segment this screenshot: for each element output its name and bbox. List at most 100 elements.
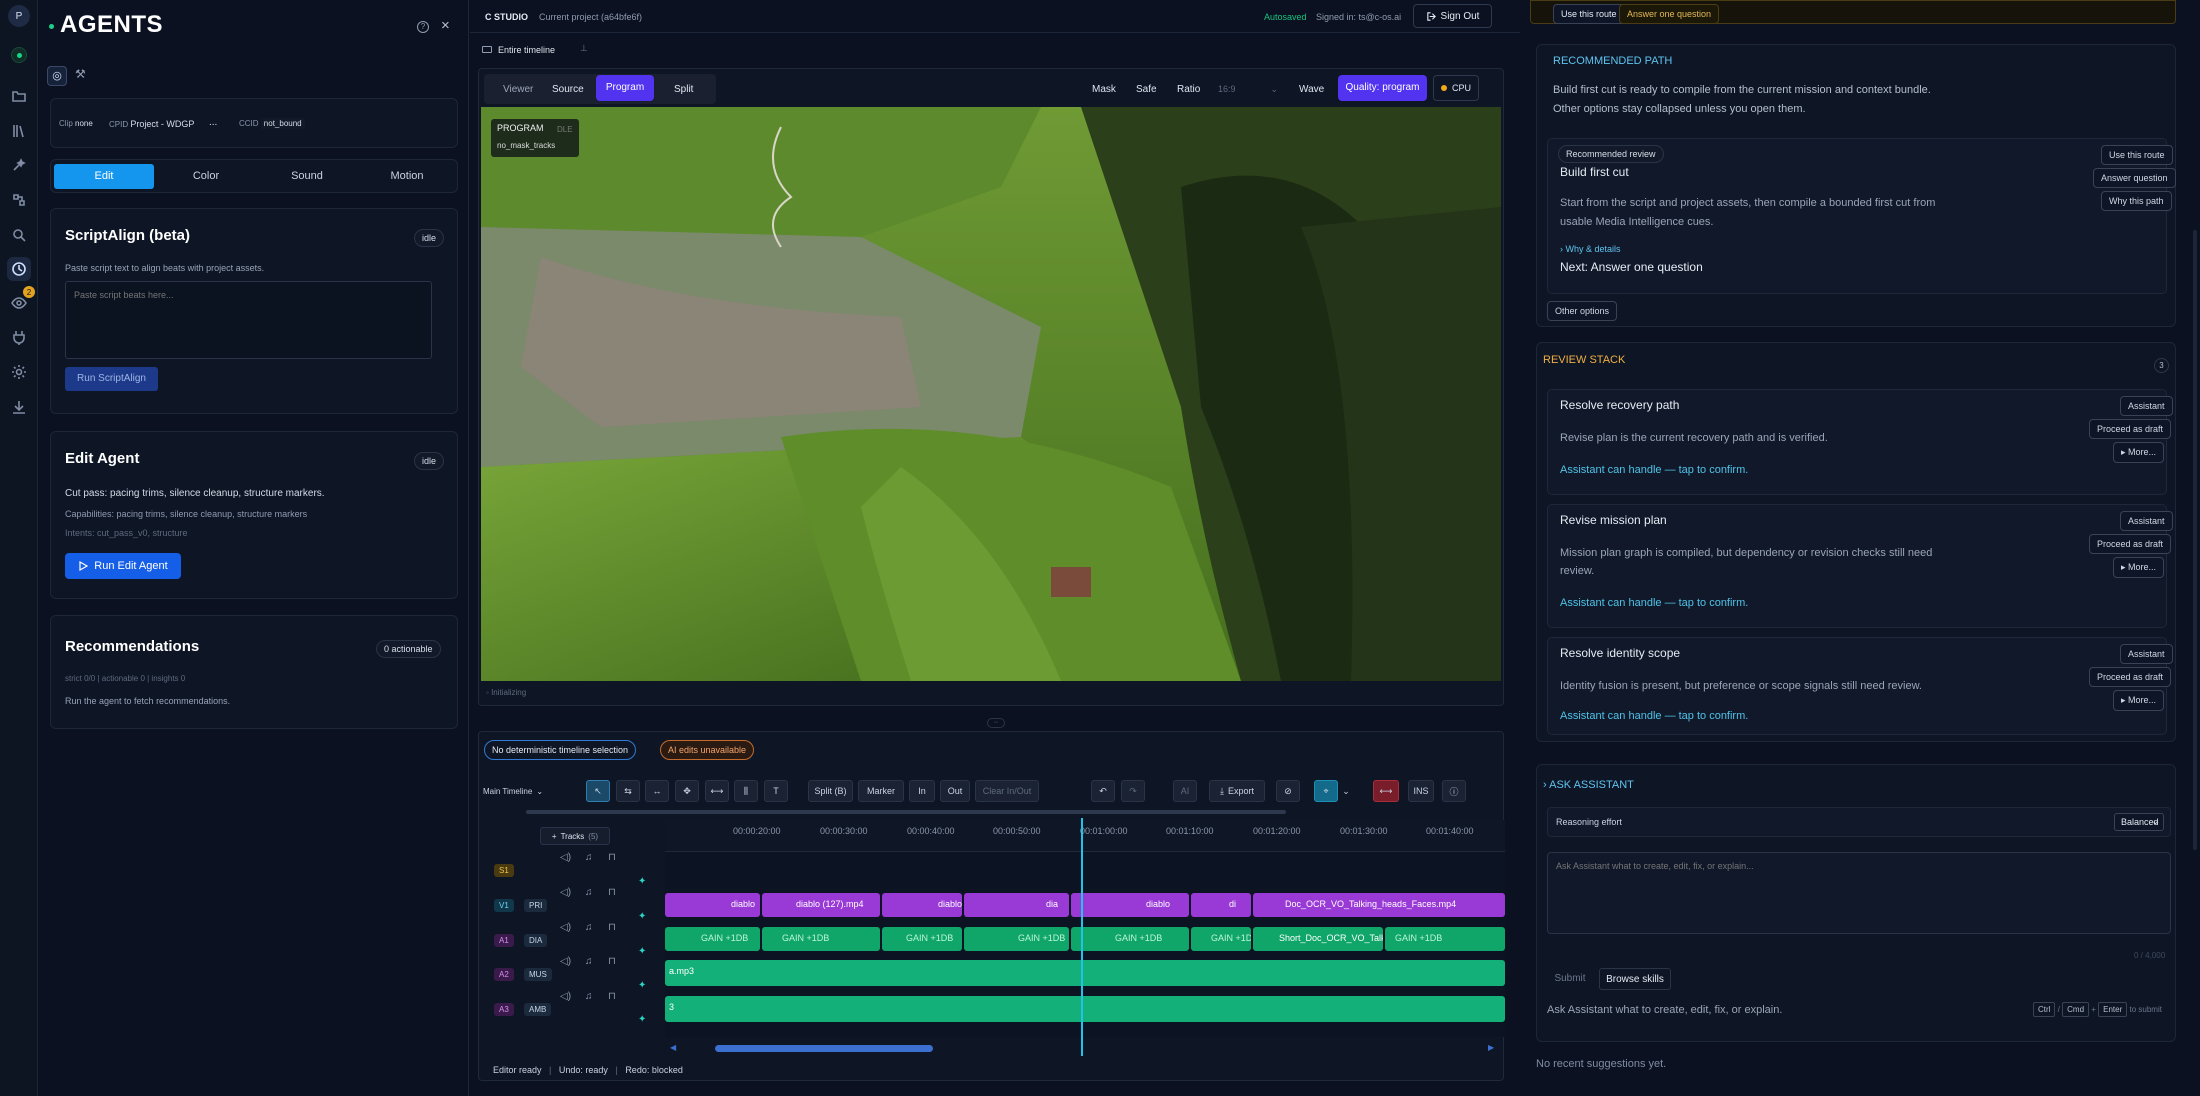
lock-icon[interactable]: ⊓ [608,991,616,1002]
tab-edit[interactable]: Edit [54,164,154,189]
a2-clip[interactable]: a.mp3 [665,960,1505,986]
scroll-left-icon[interactable]: ◀ [670,1043,676,1052]
ripple-tool-icon[interactable]: ⇆ [616,780,640,802]
tab-source[interactable]: Source [552,84,584,95]
assistant-tag-button[interactable]: Assistant [2120,396,2173,416]
timeline-info-icon[interactable]: ⓘ [1442,780,1466,802]
snap-options-chevron-icon[interactable]: ⌄ [1338,780,1354,802]
lock-icon[interactable]: ⊓ [608,956,616,967]
music-icon[interactable]: ♫ [585,852,593,863]
a1-clip[interactable]: Short_Doc_OCR_VO_Talking_... [1253,927,1383,951]
v1-clip[interactable]: Doc_OCR_VO_Talking_heads_Faces.mp4 [1253,893,1505,917]
slip-tool-icon[interactable]: ↔ [645,780,669,802]
review-item-handle[interactable]: Assistant can handle — tap to confirm. [1560,710,1748,722]
info-icon[interactable]: ? [417,21,429,33]
export-button[interactable]: ⤓ Export [1209,780,1265,802]
a1-clip[interactable]: GAIN +1DB [762,927,880,951]
proceed-as-draft-button[interactable]: Proceed as draft [2089,534,2172,554]
sign-out-button[interactable]: Sign Out [1413,4,1492,28]
mask-toggle[interactable]: Mask [1092,84,1116,95]
tab-split[interactable]: Split [674,84,693,95]
lock-icon[interactable]: ⊓ [608,922,616,933]
library-icon[interactable] [7,119,31,143]
more-button[interactable]: ▸ More... [2113,442,2165,463]
proceed-as-draft-button[interactable]: Proceed as draft [2089,419,2172,439]
time-ruler[interactable] [665,820,1505,852]
toolbar-scrollbar[interactable] [526,810,1286,814]
tab-sound[interactable]: Sound [257,164,357,189]
a1-clip[interactable]: GAIN +1DB [1385,927,1505,951]
lock-icon[interactable]: ⊓ [608,887,616,898]
in-button[interactable]: In [909,780,935,802]
stretch-tool-icon[interactable]: ⟷ [705,780,729,802]
track-a1-label[interactable]: A1 [494,934,514,947]
answer-question-button[interactable]: Answer question [2093,168,2176,188]
volume-icon[interactable]: ◁) [560,852,571,863]
volume-icon[interactable]: ◁) [560,956,571,967]
snap-icon[interactable]: ⌖ [1314,780,1338,802]
script-input[interactable] [65,281,432,359]
a1-clip[interactable]: GAIN +1DB [1191,927,1251,951]
ai-sparkle-icon[interactable]: ✦ [638,911,646,922]
v1-clip[interactable]: diablo (127).mp4 [762,893,880,917]
more-button[interactable]: ▸ More... [2113,557,2165,578]
pin-icon[interactable]: ⊥ [580,43,588,54]
assistant-prompt-input[interactable] [1547,852,2171,934]
out-button[interactable]: Out [940,780,970,802]
tab-program[interactable]: Program [596,75,654,101]
text-tool-icon[interactable]: T [764,780,788,802]
timeline-select[interactable]: Main Timeline ⌄ [478,780,548,802]
run-scriptalign-button[interactable]: Run ScriptAlign [65,367,158,391]
safe-toggle[interactable]: Safe [1136,84,1157,95]
track-v1-label[interactable]: V1 [494,899,514,912]
undo-icon[interactable]: ↶ [1091,780,1115,802]
ai-sparkle-icon[interactable]: ✦ [638,946,646,957]
tracks-button[interactable]: + Tracks (5) [540,827,610,845]
avatar[interactable]: P [8,5,30,27]
marker-button[interactable]: Marker [858,780,904,802]
volume-icon[interactable]: ◁) [560,887,571,898]
run-edit-agent-button[interactable]: Run Edit Agent [65,553,181,579]
ratio-toggle[interactable]: Ratio [1177,84,1200,95]
browse-skills-button[interactable]: Browse skills [1599,968,1671,990]
split-button[interactable]: Split (B) [808,780,853,802]
timeline-scrollbar[interactable] [715,1045,933,1052]
folder-icon[interactable] [7,84,31,108]
scroll-right-icon[interactable]: ▶ [1488,1043,1494,1052]
redo-icon[interactable]: ↷ [1121,780,1145,802]
close-icon[interactable]: × [441,17,450,34]
hide-icon[interactable]: ⊘ [1276,780,1300,802]
agents-mode-icon[interactable]: ◎ [47,66,67,86]
playhead[interactable] [1081,818,1083,1056]
proceed-as-draft-button[interactable]: Proceed as draft [2089,667,2172,687]
a1-clip[interactable]: GAIN +1DB [882,927,962,951]
ask-assistant-heading[interactable]: › ASK ASSISTANT [1543,779,1634,791]
gear-icon[interactable] [7,360,31,384]
link-toggle-icon[interactable]: ⟷ [1373,780,1399,802]
submit-button[interactable]: Submit [1547,968,1593,990]
top-use-route-button[interactable]: Use this route [1553,4,1625,24]
resize-handle[interactable]: ◦◦ [987,718,1005,728]
ai-button[interactable]: AI [1173,780,1197,802]
a3-clip[interactable]: 3 [665,996,1505,1022]
tab-color[interactable]: Color [156,164,256,189]
music-icon[interactable]: ♫ [585,991,593,1002]
why-this-path-button[interactable]: Why this path [2101,191,2172,211]
music-icon[interactable]: ♫ [585,887,593,898]
razor-tool-icon[interactable]: ⫼ [734,780,758,802]
v1-clip[interactable]: diablo [882,893,962,917]
tab-viewer[interactable]: Viewer [503,84,533,95]
more-button[interactable]: ... [209,117,217,128]
insert-mode-button[interactable]: INS [1408,780,1434,802]
tab-motion[interactable]: Motion [357,164,457,189]
a1-clip[interactable]: GAIN +1DB [1071,927,1189,951]
v1-clip[interactable]: diablo [1071,893,1189,917]
v1-clip[interactable]: diablo [665,893,760,917]
review-item-handle[interactable]: Assistant can handle — tap to confirm. [1560,597,1748,609]
ai-sparkle-icon[interactable]: ✦ [638,980,646,991]
why-details-link[interactable]: › Why & details [1560,244,1621,254]
wrench-icon[interactable]: ⚒ [75,67,86,81]
transform-icon[interactable] [7,188,31,212]
plug-icon[interactable] [7,325,31,349]
track-s1-label[interactable]: S1 [494,864,514,877]
